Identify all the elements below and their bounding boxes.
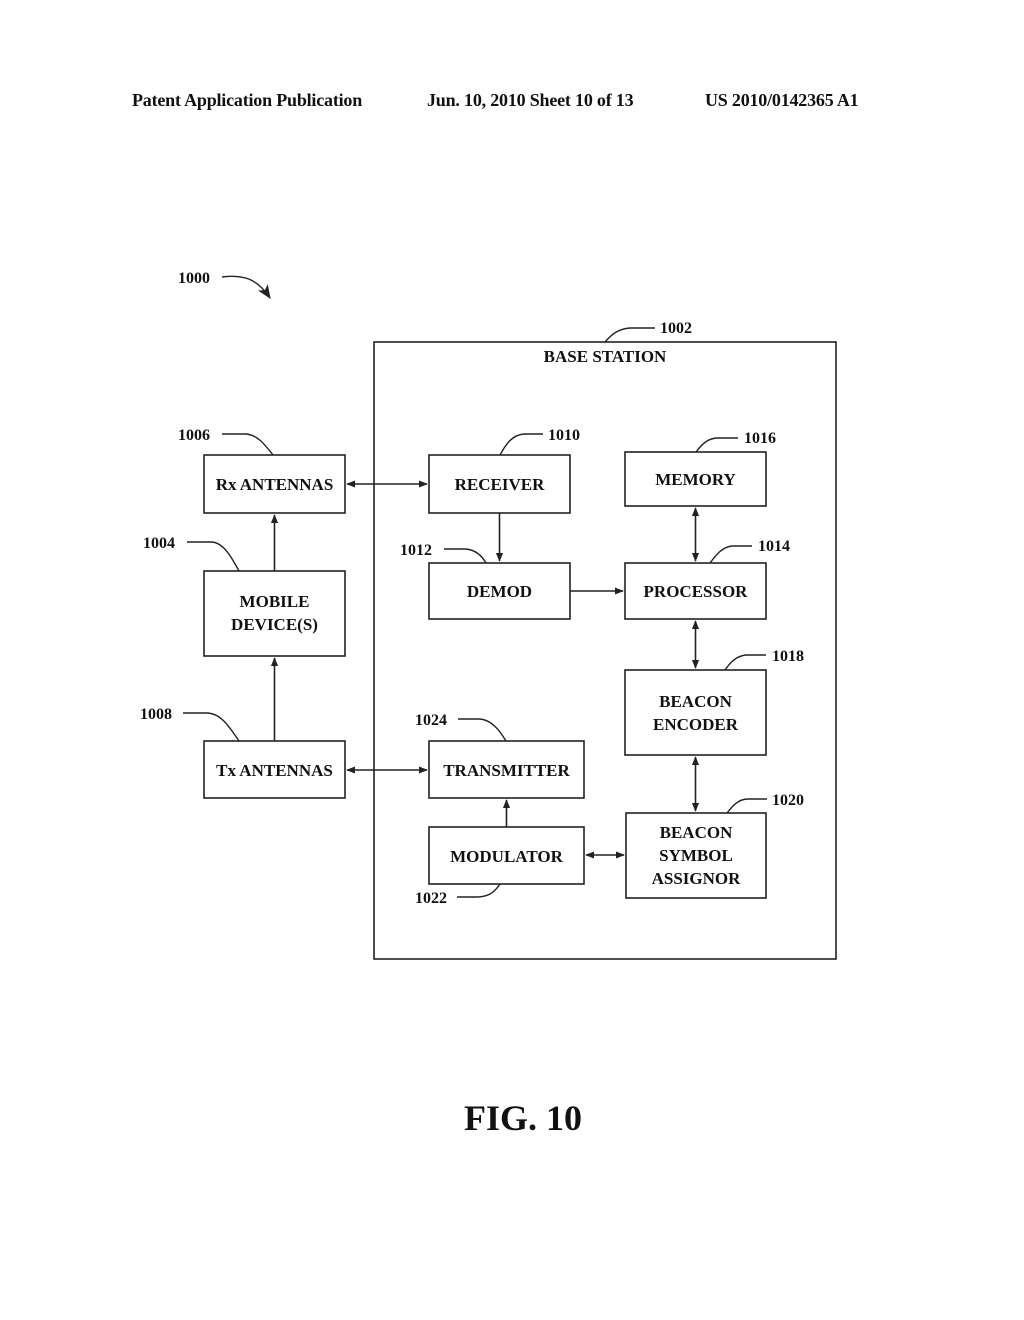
beacon-symbol-assignor-ref: 1020 [772, 792, 804, 809]
modulator-block: MODULATOR 1022 [415, 826, 585, 907]
rx-antennas-block: Rx ANTENNAS 1006 [178, 427, 346, 514]
figure-caption: FIG. 10 [464, 1098, 582, 1138]
modulator-ref: 1022 [415, 890, 447, 907]
rx-antennas-label: Rx ANTENNAS [216, 475, 334, 494]
receiver-ref: 1010 [548, 427, 580, 444]
tx-antennas-block: Tx ANTENNAS 1008 [140, 706, 346, 799]
beacon-symbol-assignor-label-line3: ASSIGNOR [652, 869, 742, 888]
rx-antennas-leader [222, 433, 274, 456]
demod-block: DEMOD 1012 [400, 542, 571, 620]
demod-ref: 1012 [400, 542, 432, 559]
modulator-label: MODULATOR [450, 847, 563, 866]
memory-block: MEMORY 1016 [624, 430, 776, 507]
beacon-encoder-leader [724, 654, 766, 671]
transmitter-label: TRANSMITTER [443, 761, 570, 780]
mobile-devices-ref: 1004 [143, 535, 175, 552]
memory-leader [695, 437, 738, 453]
memory-label: MEMORY [655, 470, 736, 489]
receiver-label: RECEIVER [455, 475, 545, 494]
processor-leader [709, 545, 752, 564]
memory-ref: 1016 [744, 430, 776, 447]
modulator-leader [457, 883, 501, 898]
figure-ref-label: 1000 [178, 270, 210, 287]
mobile-devices-label-line2: DEVICE(S) [231, 615, 318, 634]
beacon-symbol-assignor-leader [726, 798, 767, 814]
block-diagram: 1000 BASE STATION 1002 Rx ANTENNAS 1006 … [140, 270, 837, 1138]
processor-block: PROCESSOR 1014 [624, 538, 790, 620]
transmitter-ref: 1024 [415, 712, 447, 729]
beacon-encoder-label-line1: BEACON [659, 692, 732, 711]
mobile-devices-label-line1: MOBILE [240, 592, 310, 611]
base-station-leader [604, 327, 655, 343]
beacon-symbol-assignor-block: BEACON SYMBOL ASSIGNOR 1020 [625, 792, 804, 899]
tx-antennas-leader [183, 712, 240, 742]
transmitter-leader [458, 718, 507, 742]
beacon-symbol-assignor-label-line2: SYMBOL [659, 846, 733, 865]
receiver-leader [499, 433, 543, 456]
beacon-encoder-ref: 1018 [772, 648, 804, 665]
beacon-encoder-block: BEACON ENCODER 1018 [624, 648, 804, 756]
figure-ref-arrow [221, 275, 271, 299]
base-station-ref: 1002 [660, 320, 692, 337]
base-station-title: BASE STATION [544, 347, 667, 366]
transmitter-block: TRANSMITTER 1024 [415, 712, 585, 799]
beacon-encoder-label-line2: ENCODER [653, 715, 739, 734]
tx-antennas-ref: 1008 [140, 706, 172, 723]
receiver-block: RECEIVER 1010 [428, 427, 580, 514]
demod-label: DEMOD [467, 582, 532, 601]
rx-antennas-ref: 1006 [178, 427, 210, 444]
beacon-symbol-assignor-label-line1: BEACON [660, 823, 733, 842]
mobile-devices-block: MOBILE DEVICE(S) 1004 [143, 535, 346, 657]
processor-label: PROCESSOR [644, 582, 749, 601]
tx-antennas-label: Tx ANTENNAS [216, 761, 333, 780]
demod-leader [444, 548, 487, 564]
processor-ref: 1014 [758, 538, 790, 555]
mobile-devices-leader [187, 541, 240, 572]
